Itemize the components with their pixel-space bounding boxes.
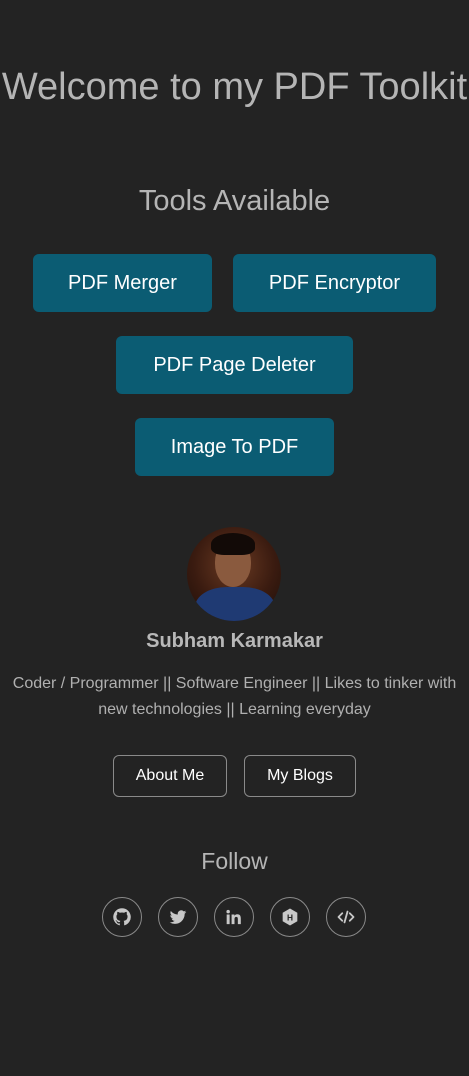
hashnode-link[interactable]: H	[270, 897, 310, 937]
about-me-button[interactable]: About Me	[113, 755, 227, 797]
follow-heading: Follow	[201, 848, 268, 874]
svg-text:H: H	[287, 913, 293, 923]
pdf-page-deleter-button[interactable]: PDF Page Deleter	[116, 336, 353, 394]
pdf-merger-button[interactable]: PDF Merger	[33, 254, 212, 312]
code-link[interactable]	[326, 897, 366, 937]
image-to-pdf-button[interactable]: Image To PDF	[135, 418, 334, 476]
github-icon	[113, 908, 131, 926]
page-title: Welcome to my PDF Toolkit	[1, 66, 468, 108]
linkedin-link[interactable]	[214, 897, 254, 937]
pdf-encryptor-button[interactable]: PDF Encryptor	[233, 254, 436, 312]
twitter-icon	[169, 910, 187, 924]
profile-bio: Coder / Programmer || Software Engineer …	[12, 675, 457, 718]
tools-heading: Tools Available	[138, 185, 331, 217]
linkedin-icon	[226, 909, 241, 925]
page: Welcome to my PDF Toolkit Tools Availabl…	[0, 0, 469, 1076]
avatar-shirt	[195, 587, 275, 621]
code-icon	[337, 910, 355, 924]
github-link[interactable]	[102, 897, 142, 937]
avatar	[187, 527, 281, 621]
twitter-link[interactable]	[158, 897, 198, 937]
hashnode-icon: H	[282, 908, 298, 926]
avatar-hair	[211, 533, 255, 555]
profile-name: Subham Karmakar	[146, 630, 323, 652]
my-blogs-button[interactable]: My Blogs	[244, 755, 356, 797]
